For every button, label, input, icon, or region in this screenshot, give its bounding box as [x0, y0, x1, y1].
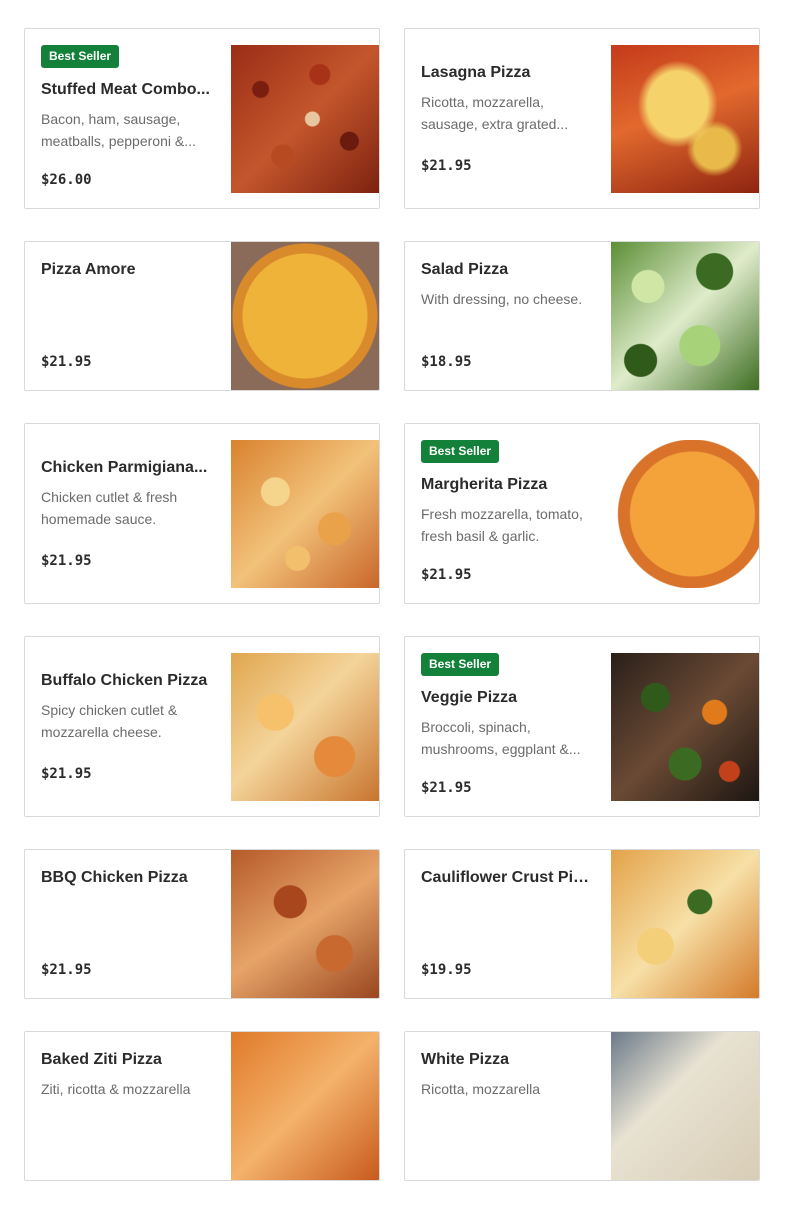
- white-pizza-photo: [611, 1032, 759, 1180]
- menu-item-card[interactable]: Buffalo Chicken Pizza Spicy chicken cutl…: [24, 636, 380, 817]
- menu-item-name: White Pizza: [421, 1051, 510, 1068]
- menu-item-price: $21.95: [41, 354, 92, 370]
- menu-item-info: White Pizza Ricotta, mozzarella: [405, 1032, 611, 1180]
- cauliflower-crust-pizza-photo: [611, 850, 759, 998]
- menu-item-description: With dressing, no cheese.: [421, 291, 583, 307]
- menu-grid: Best Seller Stuffed Meat Combo... Bacon,…: [24, 28, 761, 1213]
- salad-pizza-photo: [611, 242, 759, 390]
- menu-item-name: Veggie Pizza: [421, 689, 518, 706]
- menu-item-name: Baked Ziti Pizza: [41, 1051, 162, 1068]
- menu-item-info: Best Seller Margherita Pizza Fresh mozza…: [405, 424, 611, 603]
- menu-item-name: Chicken Parmigiana...: [41, 459, 208, 476]
- menu-item-info: Baked Ziti Pizza Ziti, ricotta & mozzare…: [25, 1032, 231, 1180]
- menu-item-name: Lasagna Pizza: [421, 64, 531, 81]
- menu-item-card[interactable]: Salad Pizza With dressing, no cheese. $1…: [404, 241, 760, 391]
- menu-item-price: $21.95: [41, 766, 92, 782]
- menu-item-card[interactable]: Best Seller Veggie Pizza Broccoli, spina…: [404, 636, 760, 817]
- buffalo-chicken-pizza-photo: [231, 653, 379, 801]
- menu-item-name: Cauliflower Crust Pizza: [421, 869, 597, 886]
- menu-item-price: $21.95: [421, 567, 472, 583]
- menu-row: Chicken Parmigiana... Chicken cutlet & f…: [24, 423, 761, 604]
- menu-item-description: Spicy chicken cutlet & mozzarella cheese…: [41, 702, 178, 740]
- veggie-pizza-photo: [611, 653, 759, 801]
- menu-item-card[interactable]: Pizza Amore $21.95: [24, 241, 380, 391]
- menu-item-card[interactable]: Lasagna Pizza Ricotta, mozzarella, sausa…: [404, 28, 760, 209]
- menu-item-name: Salad Pizza: [421, 261, 509, 278]
- menu-item-info: Lasagna Pizza Ricotta, mozzarella, sausa…: [405, 29, 611, 208]
- lasagna-pizza-photo: [611, 45, 759, 193]
- menu-item-price: [41, 1160, 217, 1164]
- menu-row: Pizza Amore $21.95 Salad Pizza With dres…: [24, 241, 761, 391]
- menu-item-price: [421, 1160, 597, 1164]
- menu-item-info: Best Seller Veggie Pizza Broccoli, spina…: [405, 637, 611, 816]
- menu-item-info: Pizza Amore $21.95: [25, 242, 231, 390]
- margherita-pizza-photo: [611, 440, 759, 588]
- menu-item-info: Buffalo Chicken Pizza Spicy chicken cutl…: [25, 637, 231, 816]
- menu-item-name: Margherita Pizza: [421, 476, 548, 493]
- menu-item-description: Ricotta, mozzarella, sausage, extra grat…: [421, 94, 569, 132]
- menu-item-name: Stuffed Meat Combo...: [41, 81, 210, 98]
- menu-item-description: Broccoli, spinach, mushrooms, eggplant &…: [421, 719, 581, 757]
- menu-item-card[interactable]: Best Seller Stuffed Meat Combo... Bacon,…: [24, 28, 380, 209]
- menu-item-description: Ziti, ricotta & mozzarella: [41, 1081, 191, 1097]
- menu-item-info: BBQ Chicken Pizza $21.95: [25, 850, 231, 998]
- menu-item-name: Buffalo Chicken Pizza: [41, 672, 208, 689]
- menu-item-name: BBQ Chicken Pizza: [41, 869, 188, 886]
- menu-item-card[interactable]: BBQ Chicken Pizza $21.95: [24, 849, 380, 999]
- menu-item-price: $18.95: [421, 354, 472, 370]
- baked-ziti-pizza-photo: [231, 1032, 379, 1180]
- meat-combo-pizza-photo: [231, 45, 379, 193]
- menu-item-card[interactable]: Best Seller Margherita Pizza Fresh mozza…: [404, 423, 760, 604]
- pizza-amore-photo: [231, 242, 379, 390]
- menu-item-description: Ricotta, mozzarella: [421, 1081, 541, 1097]
- menu-row: Best Seller Stuffed Meat Combo... Bacon,…: [24, 28, 761, 209]
- menu-item-price: $19.95: [421, 962, 472, 978]
- menu-item-price: $21.95: [41, 962, 92, 978]
- menu-item-description: Fresh mozzarella, tomato, fresh basil & …: [421, 506, 583, 544]
- menu-item-description: Chicken cutlet & fresh homemade sauce.: [41, 489, 178, 527]
- chicken-parm-pizza-photo: [231, 440, 379, 588]
- menu-item-price: $26.00: [41, 172, 92, 188]
- menu-row: BBQ Chicken Pizza $21.95 Cauliflower Cru…: [24, 849, 761, 999]
- menu-item-name: Pizza Amore: [41, 261, 136, 278]
- menu-item-card[interactable]: White Pizza Ricotta, mozzarella: [404, 1031, 760, 1181]
- best-seller-badge: Best Seller: [421, 440, 500, 463]
- best-seller-badge: Best Seller: [41, 45, 120, 68]
- menu-item-description: Bacon, ham, sausage, meatballs, pepperon…: [41, 111, 196, 149]
- menu-item-price: $21.95: [421, 158, 472, 174]
- menu-item-info: Best Seller Stuffed Meat Combo... Bacon,…: [25, 29, 231, 208]
- best-seller-badge: Best Seller: [421, 653, 500, 676]
- menu-item-price: $21.95: [421, 780, 472, 796]
- bbq-chicken-pizza-photo: [231, 850, 379, 998]
- menu-item-info: Cauliflower Crust Pizza $19.95: [405, 850, 611, 998]
- menu-item-info: Salad Pizza With dressing, no cheese. $1…: [405, 242, 611, 390]
- menu-item-price: $21.95: [41, 553, 92, 569]
- menu-item-card[interactable]: Baked Ziti Pizza Ziti, ricotta & mozzare…: [24, 1031, 380, 1181]
- menu-item-info: Chicken Parmigiana... Chicken cutlet & f…: [25, 424, 231, 603]
- menu-item-card[interactable]: Cauliflower Crust Pizza $19.95: [404, 849, 760, 999]
- menu-row: Baked Ziti Pizza Ziti, ricotta & mozzare…: [24, 1031, 761, 1181]
- menu-row: Buffalo Chicken Pizza Spicy chicken cutl…: [24, 636, 761, 817]
- menu-item-card[interactable]: Chicken Parmigiana... Chicken cutlet & f…: [24, 423, 380, 604]
